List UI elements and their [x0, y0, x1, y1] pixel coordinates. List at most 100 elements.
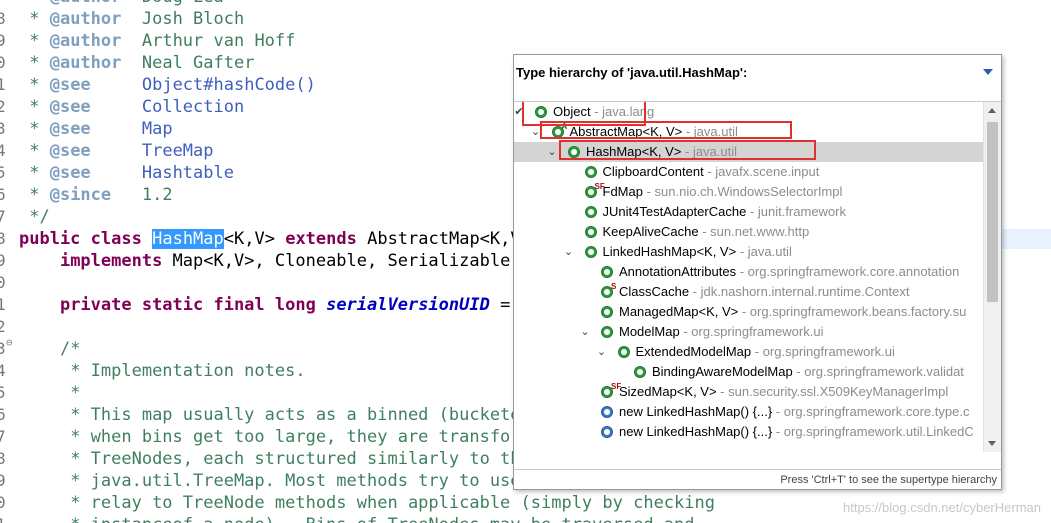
comment-star: *: [19, 163, 50, 183]
type-name: KeepAliveCache - sun.net.www.http: [603, 222, 810, 242]
class-icon: [584, 206, 597, 218]
type-package: - org.springframework.validat: [792, 364, 964, 379]
type-package: - org.springframework.beans.factory.su: [738, 304, 967, 319]
type-package: - org.springframework.util.LinkedC: [772, 424, 974, 439]
tree-expand-chevron-icon[interactable]: ⌄: [547, 142, 557, 162]
selected-class-name[interactable]: HashMap: [152, 229, 224, 249]
line-number: 8: [0, 229, 6, 248]
line-text: *: [19, 382, 80, 404]
generic-params: <K,V>: [223, 229, 275, 249]
comment-star: *: [19, 9, 50, 29]
line-number: 7: [0, 427, 6, 446]
vertical-scrollbar[interactable]: [983, 102, 1001, 452]
javadoc-value: Arthur van Hoff: [141, 31, 296, 51]
tree-expand-chevron-icon[interactable]: ⌄: [564, 242, 574, 262]
javadoc-value: 1.2: [141, 185, 173, 205]
type-simple-name: ModelMap: [619, 324, 680, 339]
type-name: SizedMap<K, V> - sun.security.ssl.X509Ke…: [619, 382, 948, 402]
line-text: * @see Map: [19, 118, 173, 140]
hierarchy-tree[interactable]: ✔ Object - java.lang ⌄ A AbstractMap<K, V> -…: [514, 102, 983, 452]
comment-text: * java.util.TreeMap. Most methods try to…: [59, 471, 521, 491]
red-annotation-box: [540, 121, 792, 139]
line-text: * @since 1.2: [19, 184, 173, 206]
class-icon: [584, 226, 597, 238]
type-package: - javafx.scene.input: [703, 164, 820, 179]
class-icon: [601, 326, 613, 338]
keyword: public: [19, 229, 81, 249]
line-text: * Implementation notes.: [19, 360, 306, 382]
scrollbar-thumb[interactable]: [987, 122, 998, 302]
line-text: */: [19, 206, 49, 228]
line-number: 4: [0, 361, 6, 380]
type-name: JUnit4TestAdapterCache - junit.framework: [603, 202, 847, 222]
line-text: * @author Arthur van Hoff: [19, 30, 295, 52]
javadoc-tag: @author: [50, 0, 122, 7]
comment-star: *: [19, 119, 50, 139]
anonymous-class-icon: [601, 406, 613, 418]
type-name: new LinkedHashMap() {...} - org.springfr…: [619, 422, 974, 442]
scroll-down-arrow-icon[interactable]: [988, 441, 996, 446]
javadoc-value: Map: [141, 119, 173, 139]
javadoc-value: Collection: [141, 97, 245, 117]
line-number: 9: [0, 251, 6, 270]
superclass: AbstractMap<K,V>: [356, 229, 531, 249]
class-icon: [601, 306, 613, 318]
javadoc-tag: @author: [49, 31, 122, 51]
class-icon: [617, 346, 630, 358]
line-number: 1: [0, 75, 6, 94]
type-simple-name: LinkedHashMap<K, V>: [602, 244, 737, 259]
javadoc-tag: @since: [49, 185, 112, 205]
type-package: - junit.framework: [746, 204, 847, 219]
comment-star: *: [19, 31, 50, 51]
line-number: 3: [0, 119, 6, 138]
popup-status-text: Press 'Ctrl+T' to see the supertype hier…: [514, 469, 1001, 490]
type-hierarchy-popup: Type hierarchy of 'java.util.HashMap': ✔…: [513, 54, 1002, 490]
javadoc-value: Josh Bloch: [141, 9, 245, 29]
field-name: serialVersionUID: [326, 295, 490, 315]
comment-text: * instanceof a node). Bins of TreeNodes …: [60, 515, 694, 523]
type-name: ClipboardContent - javafx.scene.input: [603, 162, 820, 182]
type-package: - jdk.nashorn.internal.runtime.Context: [689, 284, 910, 299]
comment-text: * Implementation notes.: [59, 361, 306, 381]
javadoc-tag: @see: [49, 75, 91, 95]
type-package: - sun.net.www.http: [698, 224, 810, 239]
view-menu-chevron-icon[interactable]: [983, 69, 993, 75]
anonymous-class-icon: [601, 426, 613, 438]
type-package: - org.springframework.core.annotation: [736, 264, 960, 279]
line-text: implements Map<K,V>, Cloneable, Serializ…: [19, 250, 531, 272]
line-number: 7: [0, 207, 6, 226]
tree-expand-chevron-icon[interactable]: ⌄: [580, 322, 590, 342]
line-number: 8: [0, 9, 6, 28]
line-number: 5: [0, 383, 6, 402]
comment-text: *: [59, 383, 81, 403]
comment-star: *: [19, 75, 50, 95]
type-name: ClassCache - jdk.nashorn.internal.runtim…: [619, 282, 909, 302]
line-text: * instanceof a node). Bins of TreeNodes …: [19, 514, 694, 523]
tree-expand-chevron-icon[interactable]: ⌄: [597, 342, 607, 362]
type-simple-name: ExtendedModelMap: [635, 344, 752, 359]
scroll-up-arrow-icon[interactable]: [988, 108, 996, 113]
line-text: * @see Hashtable: [19, 162, 234, 184]
line-text: private static final long serialVersionU…: [19, 294, 531, 316]
comment-star: *: [19, 0, 50, 7]
class-icon: [634, 366, 646, 378]
fold-collapse-icon[interactable]: ⊖: [6, 332, 13, 354]
line-text: * java.util.TreeMap. Most methods try to…: [19, 470, 521, 492]
line-number: 1: [0, 514, 8, 523]
type-simple-name: BindingAwareModelMap: [652, 364, 793, 379]
line-text: * when bins get too large, they are tran…: [19, 426, 531, 448]
line-number: 0: [0, 53, 6, 72]
type-package: - sun.nio.ch.WindowsSelectorImpl: [642, 184, 843, 199]
javadoc-value: Neal Gafter: [141, 53, 255, 73]
line-text: * @author Neal Gafter: [19, 52, 254, 74]
type-simple-name: new LinkedHashMap() {...}: [619, 424, 773, 439]
comment-text: * TreeNodes, each structured similarly t…: [59, 449, 531, 469]
javadoc-tag: @author: [49, 53, 122, 73]
keyword: implements: [59, 251, 163, 271]
type-package: - org.springframework.ui: [679, 324, 824, 339]
type-package: - java.util: [736, 244, 792, 259]
